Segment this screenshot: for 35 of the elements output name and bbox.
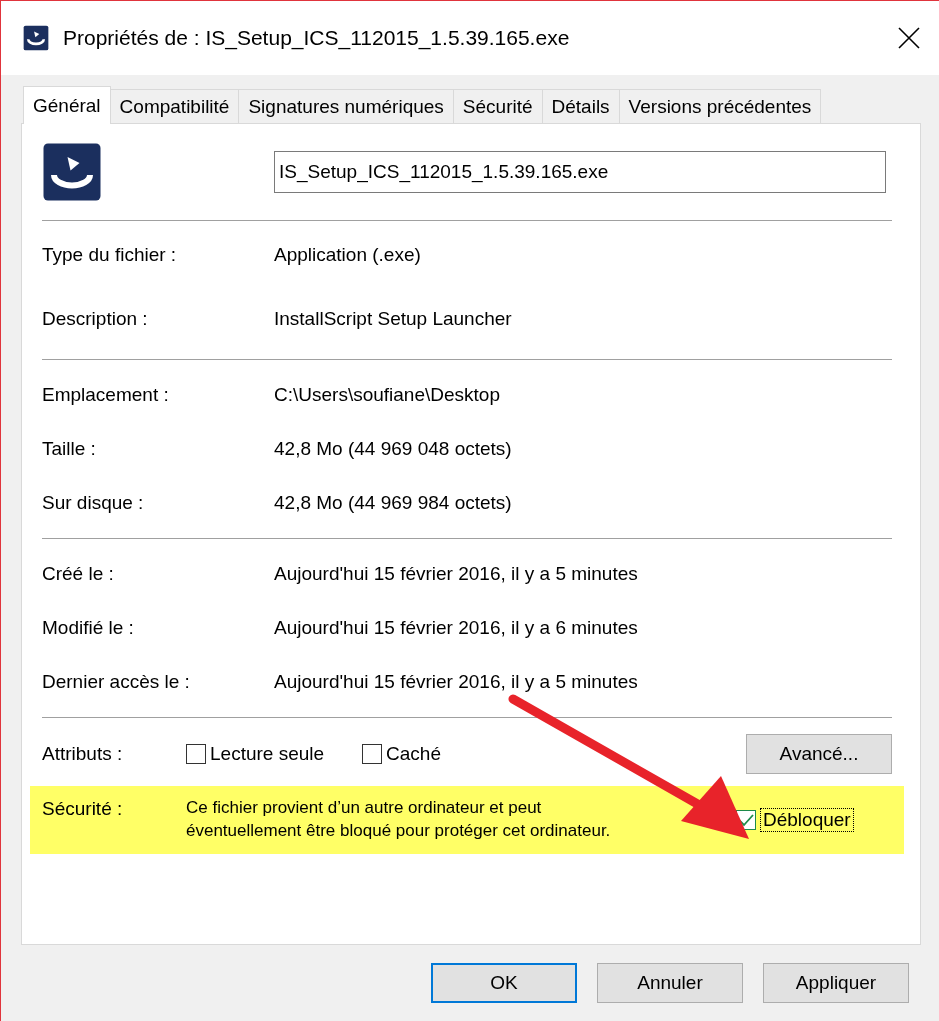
tab[interactable]: Général — [23, 86, 111, 124]
app-icon — [42, 142, 102, 202]
app-icon — [23, 25, 49, 51]
checkbox-label[interactable]: Lecture seule — [210, 743, 325, 765]
property-label: Modifié le : — [42, 617, 135, 639]
window-title: Propriétés de : IS_Setup_ICS_112015_1.5.39.165.exe — [63, 26, 571, 50]
property-label: Description : — [42, 308, 149, 330]
security-message: Ce fichier provient d’un autre ordinateur et peut éventuellement être bloqué pour protéger cet ordinateur. — [186, 797, 612, 842]
tab[interactable]: Versions précédentes — [618, 89, 822, 124]
property-label: Sur disque : — [42, 492, 145, 514]
property-value: 42,8 Mo (44 969 048 octets) — [274, 438, 512, 460]
property-value: C:\Users\soufiane\Desktop — [274, 384, 500, 406]
checkbox[interactable] — [362, 744, 383, 764]
property-label: Emplacement : — [42, 384, 170, 406]
dialog-button[interactable]: Appliquer — [763, 963, 909, 1003]
property-value: 42,8 Mo (44 969 984 octets) — [274, 492, 512, 514]
property-value: Application (.exe) — [274, 244, 421, 266]
property-value: Aujourd'hui 15 février 2016, il y a 6 minutes — [274, 617, 638, 639]
attributes-label: Attributs : — [42, 743, 124, 765]
property-value: InstallScript Setup Launcher — [274, 308, 512, 330]
dialog-button[interactable]: OK — [431, 963, 577, 1003]
property-label: Taille : — [42, 438, 97, 460]
security-label: Sécurité : — [42, 797, 124, 820]
checkbox-label[interactable]: Caché — [386, 743, 441, 765]
property-value: Aujourd'hui 15 février 2016, il y a 5 minutes — [274, 563, 638, 585]
checkbox[interactable] — [186, 744, 206, 764]
advanced-button[interactable]: Avancé... — [746, 734, 892, 774]
property-label: Dernier accès le : — [42, 671, 191, 693]
close-icon — [897, 26, 921, 50]
property-label: Type du fichier : — [42, 244, 178, 266]
file-name-field[interactable]: IS_Setup_ICS_112015_1.5.39.165.exe — [274, 151, 886, 193]
property-label: Créé le : — [42, 563, 115, 585]
property-value: Aujourd'hui 15 février 2016, il y a 5 minutes — [274, 671, 638, 693]
dialog-button[interactable]: Annuler — [597, 963, 743, 1003]
checkbox-label[interactable]: Débloquer — [760, 808, 854, 832]
